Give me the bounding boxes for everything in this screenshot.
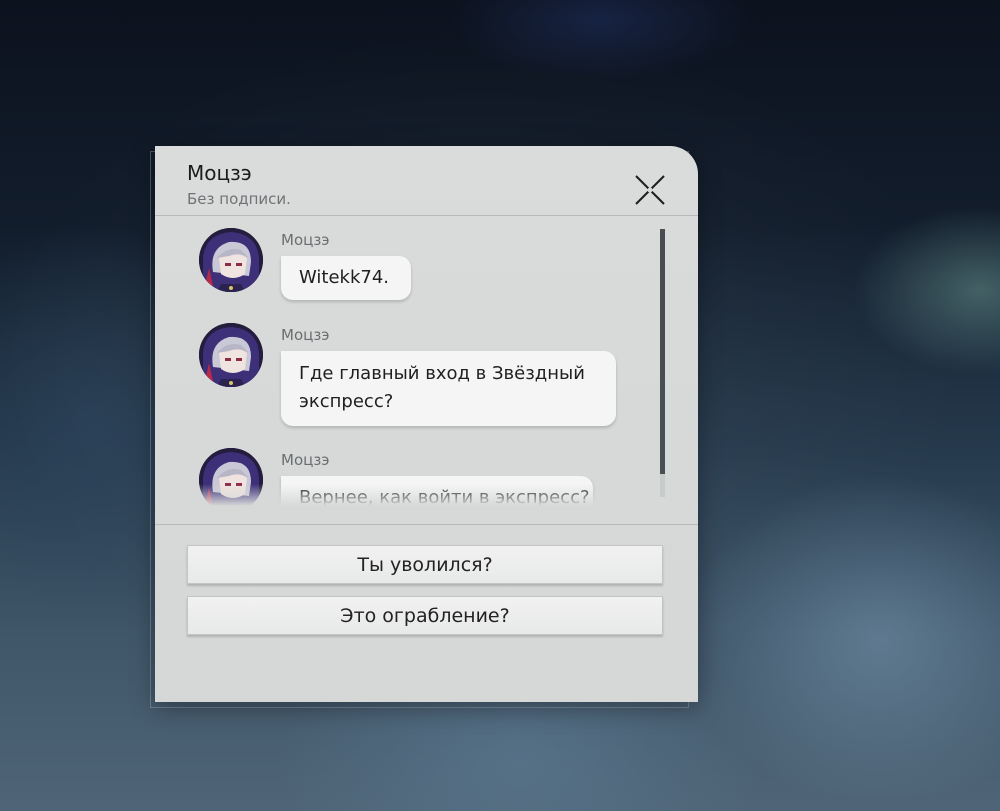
message-list[interactable]: Моцзэ Witekk74. Моцзэ Где главный вход в… bbox=[155, 216, 698, 506]
sender-name: Моцзэ bbox=[281, 451, 330, 469]
sender-name: Моцзэ bbox=[281, 326, 330, 344]
sender-name: Моцзэ bbox=[281, 231, 330, 249]
contact-name: Моцзэ bbox=[187, 161, 252, 185]
message-list-fade bbox=[155, 484, 698, 506]
message-bubble: Witekk74. bbox=[281, 256, 411, 300]
chat-header: Моцзэ Без подписи. bbox=[155, 146, 698, 216]
message-bubble: Где главный вход в Звёздный экспресс? bbox=[281, 351, 616, 426]
moze-avatar bbox=[199, 228, 263, 292]
chat-dialog: Моцзэ Без подписи. Моцзэ Witekk74. Моцзэ… bbox=[155, 146, 698, 702]
options-divider bbox=[155, 524, 698, 525]
reply-option-1[interactable]: Ты уволился? bbox=[187, 545, 663, 584]
close-x-icon bbox=[635, 175, 665, 205]
scrollbar-thumb[interactable] bbox=[660, 229, 665, 474]
moze-avatar bbox=[199, 323, 263, 387]
close-button[interactable] bbox=[633, 173, 667, 207]
contact-signature: Без подписи. bbox=[187, 190, 291, 208]
reply-option-2[interactable]: Это ограбление? bbox=[187, 596, 663, 635]
message-scrollbar[interactable] bbox=[660, 229, 665, 497]
